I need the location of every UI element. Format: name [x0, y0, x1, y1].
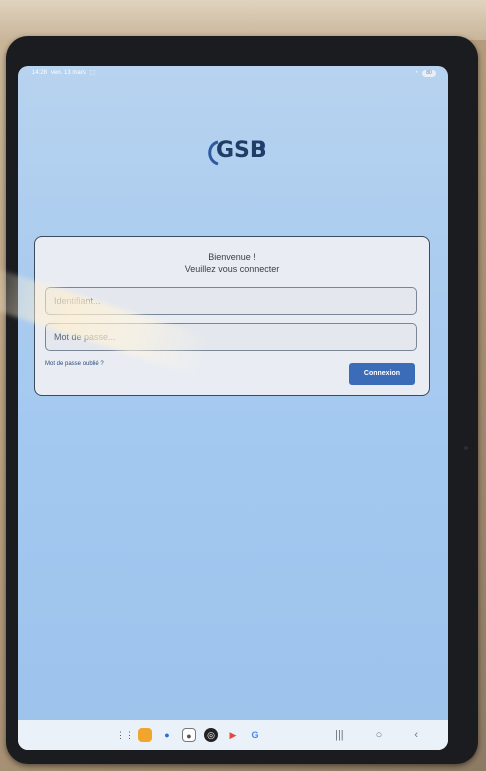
device-screen: 14:28 ven. 13 mars ⬚ ◔ 80 GSB Bienvenue …	[18, 66, 448, 750]
apps-grid-icon[interactable]: ⋮⋮	[116, 728, 134, 742]
folder-icon[interactable]	[138, 728, 152, 742]
recents-icon[interactable]: |||	[335, 726, 344, 744]
play-store-icon[interactable]: ▶	[226, 728, 240, 742]
welcome-title: Bienvenue !	[208, 252, 256, 262]
gsb-logo: GSB	[204, 136, 268, 170]
status-bar: 14:28 ven. 13 mars ⬚ ◔ 80	[18, 66, 448, 80]
notification-icon: ⬚	[89, 70, 96, 76]
home-icon[interactable]: ○	[376, 726, 383, 744]
camera-icon	[464, 446, 468, 450]
status-date: ven. 13 mars	[51, 70, 86, 76]
system-navigation: ||| ○ ‹	[335, 726, 418, 744]
screen-recorder-icon[interactable]: ●	[182, 728, 196, 742]
google-icon[interactable]: G	[248, 728, 262, 742]
connexion-button[interactable]: Connexion	[349, 363, 415, 385]
status-time: 14:28	[32, 70, 48, 76]
messages-icon[interactable]: ●	[160, 728, 174, 742]
chrome-icon[interactable]: ◎	[204, 728, 218, 742]
photo-background	[0, 0, 486, 40]
taskbar: ⋮⋮ ● ● ◎ ▶ G ||| ○ ‹	[18, 720, 448, 750]
welcome-subtitle: Veuillez vous connecter	[184, 264, 280, 274]
forgot-password-link[interactable]: Mot de passe oublié ?	[45, 361, 104, 367]
back-icon[interactable]: ‹	[414, 726, 418, 744]
battery-icon: 80	[422, 69, 436, 77]
app-dock: ⋮⋮ ● ● ◎ ▶ G	[116, 726, 262, 744]
logo-text: GSB	[216, 138, 267, 163]
welcome-message: Bienvenue ! Veuillez vous connecter	[35, 251, 429, 275]
wifi-icon: ◔	[414, 70, 418, 76]
